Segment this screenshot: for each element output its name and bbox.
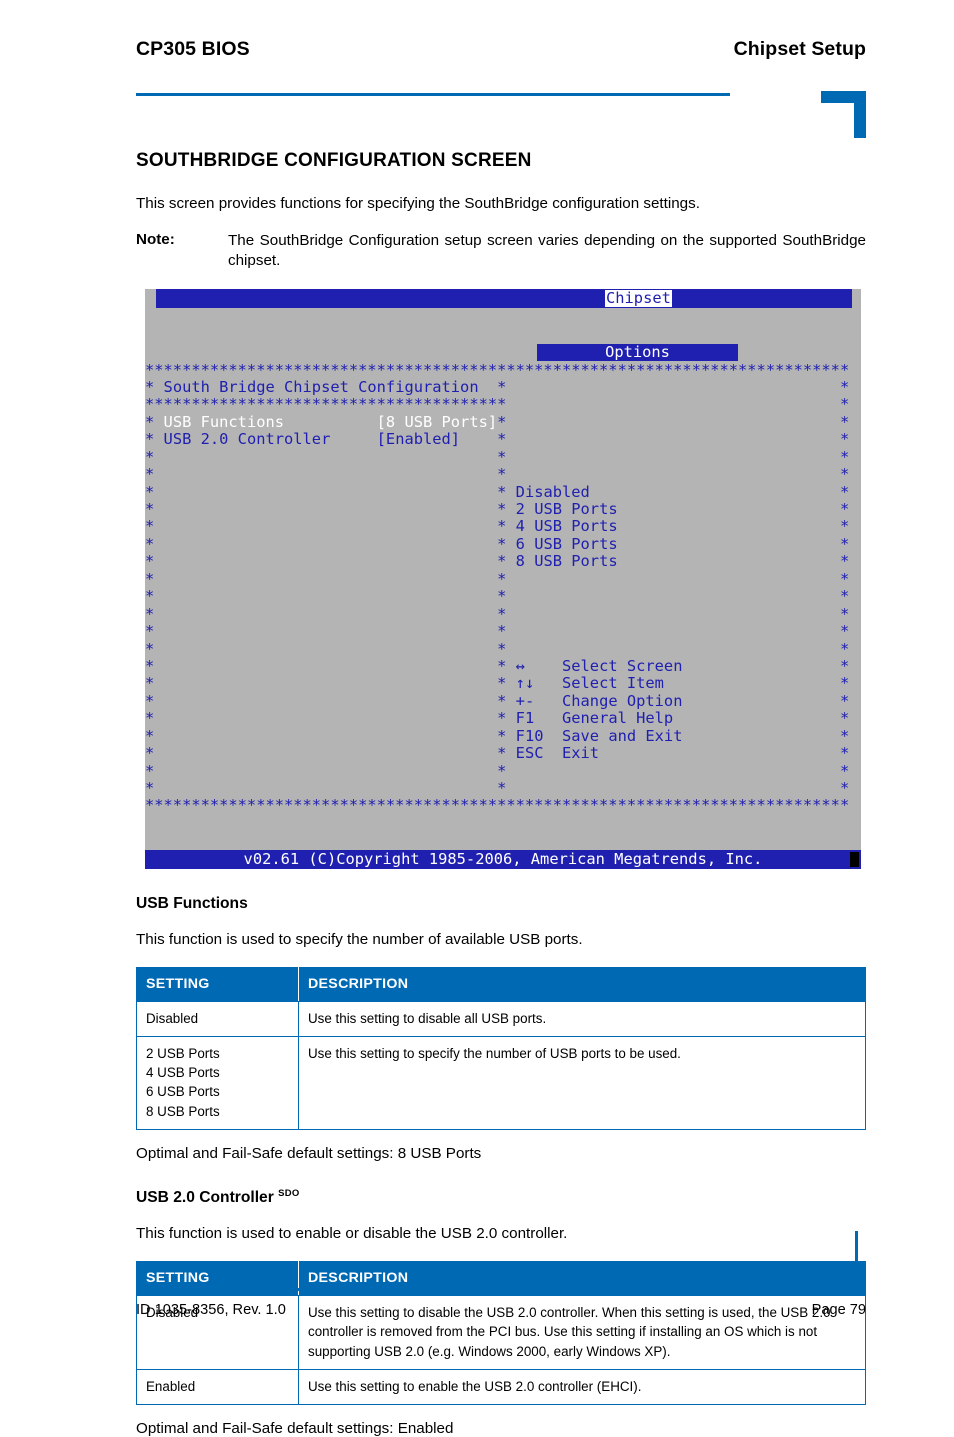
header-right-title: Chipset Setup xyxy=(733,38,866,60)
cell-description: Use this setting to disable all USB port… xyxy=(298,1000,866,1037)
settings-table-usb-functions: SETTING DESCRIPTION Disabled Use this se… xyxy=(136,966,866,1131)
default-settings-note-usb20-controller: Optimal and Fail-Safe default settings: … xyxy=(136,1420,454,1437)
default-settings-note-usb-functions: Optimal and Fail-Safe default settings: … xyxy=(136,1145,482,1163)
table-header-row: SETTING DESCRIPTION xyxy=(136,966,866,1002)
note-text: The SouthBridge Configuration setup scre… xyxy=(228,231,866,269)
subsection-description-usb20-controller: This function is used to enable or disab… xyxy=(136,1225,568,1243)
bios-tab-chipset[interactable]: Chipset xyxy=(605,290,672,308)
corner-marker-bottom-horizontal xyxy=(825,1288,858,1291)
note-label: Note: xyxy=(136,230,175,248)
subsection-title-text: USB Functions xyxy=(136,894,248,912)
header-divider xyxy=(136,93,730,96)
bios-menubar-right-cap xyxy=(852,289,861,309)
page-header: CP305 BIOS Chipset Setup xyxy=(136,38,866,72)
note-block: Note: The SouthBridge Configuration setu… xyxy=(136,231,866,271)
setting-value: Disabled xyxy=(146,1010,199,1026)
cell-setting: 2 USB Ports 4 USB Ports 6 USB Ports 8 US… xyxy=(136,1035,299,1131)
cell-setting: Enabled xyxy=(136,1368,299,1406)
footer-document-id: ID 1035-8356, Rev. 1.0 xyxy=(136,1302,286,1318)
bios-body: Options ********************************… xyxy=(145,308,861,850)
cell-description: Use this setting to enable the USB 2.0 c… xyxy=(298,1368,866,1406)
footer-divider xyxy=(136,1288,730,1291)
table-row: Disabled Use this setting to disable all… xyxy=(136,1000,866,1037)
table-row: Enabled Use this setting to enable the U… xyxy=(136,1368,866,1406)
table-row: 2 USB Ports 4 USB Ports 6 USB Ports 8 US… xyxy=(136,1035,866,1131)
corner-marker-top-vertical xyxy=(854,91,866,138)
column-header-setting: SETTING xyxy=(136,966,299,1002)
footer-page-number: Page 79 xyxy=(811,1302,866,1318)
subsection-title-superscript: SDO xyxy=(278,1188,300,1200)
bios-menubar-left-gap xyxy=(145,289,156,309)
bios-version-text: v02.61 (C)Copyright 1985-2006, American … xyxy=(243,849,763,868)
bios-version-bar: v02.61 (C)Copyright 1985-2006, American … xyxy=(145,849,861,869)
intro-paragraph: This screen provides functions for speci… xyxy=(136,195,700,212)
corner-marker-top xyxy=(821,91,866,138)
corner-marker-bottom-vertical xyxy=(855,1231,858,1291)
corner-marker-bottom xyxy=(825,1231,866,1291)
header-left-title: CP305 BIOS xyxy=(136,38,250,60)
bios-cursor-block xyxy=(850,851,859,867)
subsection-description-usb-functions: This function is used to specify the num… xyxy=(136,930,583,948)
document-content: SOUTHBRIDGE CONFIGURATION SCREEN This sc… xyxy=(136,150,866,1437)
setting-value: 2 USB Ports xyxy=(146,1045,220,1061)
bios-setup-screenshot: Chipset Options ************************… xyxy=(145,289,861,869)
page-footer: ID 1035-8356, Rev. 1.0 Page 79 xyxy=(136,1302,866,1318)
subsection-title-usb20-controller: USB 2.0 Controller SDO xyxy=(136,1188,866,1207)
page-title: SOUTHBRIDGE CONFIGURATION SCREEN xyxy=(136,150,532,171)
bios-text-grid: ****************************************… xyxy=(145,360,850,815)
setting-value: Enabled xyxy=(146,1378,196,1394)
bios-options-header: Options xyxy=(537,344,738,362)
setting-value: 4 USB Ports xyxy=(146,1065,220,1081)
bios-menu-bar: Chipset xyxy=(145,289,861,309)
setting-value: 6 USB Ports xyxy=(146,1084,220,1100)
subsection-title-usb-functions: USB Functions xyxy=(136,895,866,913)
column-header-description: DESCRIPTION xyxy=(298,966,866,1002)
settings-table-usb20-controller: SETTING DESCRIPTION Disabled Use this se… xyxy=(136,1261,866,1406)
subsection-title-text: USB 2.0 Controller xyxy=(136,1189,274,1207)
setting-value: 8 USB Ports xyxy=(146,1103,220,1119)
cell-description: Use this setting to specify the number o… xyxy=(298,1035,866,1131)
cell-setting: Disabled xyxy=(136,1000,299,1037)
